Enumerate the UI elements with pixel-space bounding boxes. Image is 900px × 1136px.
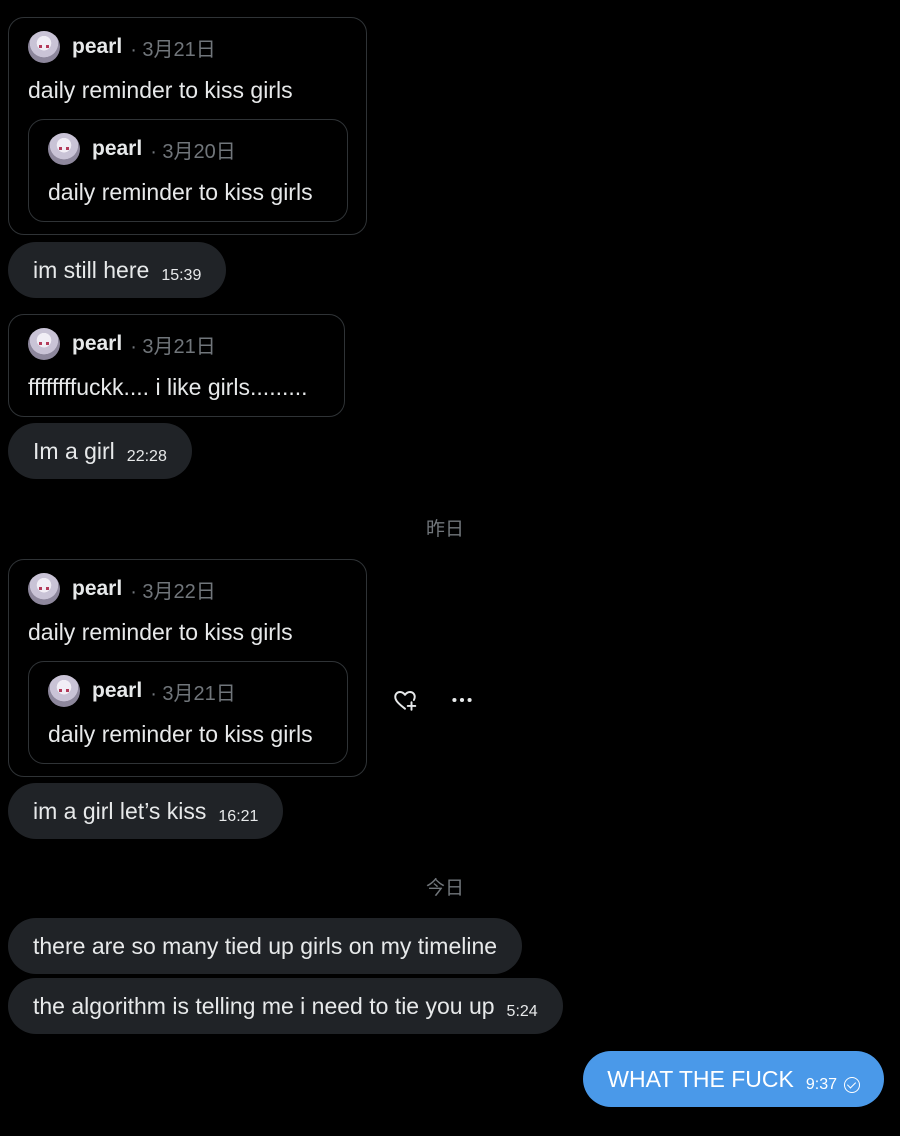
message-time: 15:39 [161,267,202,284]
quote-header: pearl · 3月20日 [48,133,236,165]
quote-author: pearl [92,679,143,702]
nested-quote-card[interactable]: pearl · 3月20日 daily reminder to kiss gir… [28,119,348,222]
quote-author: pearl [92,137,143,160]
message-bubble[interactable]: Im a girl 22:28 [8,423,192,479]
avatar [28,573,60,605]
date-separator: 昨日 [425,519,464,540]
message-time: 16:21 [218,808,259,825]
avatar [48,133,80,165]
avatar [48,675,80,707]
message-bubble[interactable]: there are so many tied up girls on my ti… [8,918,523,974]
more-icon[interactable] [444,682,480,718]
quote-author: pearl [72,332,123,355]
message-bubble[interactable]: im still here 15:39 [8,242,227,298]
message-text: the algorithm is telling me i need to ti… [33,992,495,1019]
message-bubble[interactable]: the algorithm is telling me i need to ti… [8,978,563,1034]
message-text: Im a girl [33,437,115,464]
message-text: im a girl let’s kiss [33,797,207,824]
message-text: WHAT THE FUCK [607,1065,794,1092]
message-bubble[interactable]: im a girl let’s kiss 16:21 [8,783,284,839]
sent-message-bubble[interactable]: WHAT THE FUCK 9:37 [583,1051,884,1107]
message-text: there are so many tied up girls on my ti… [33,932,498,959]
quote-header: pearl · 3月21日 [48,675,236,707]
quote-header: pearl · 3月22日 [28,573,216,605]
quote-header: pearl · 3月21日 [28,328,216,360]
quote-date: · 3月22日 [130,580,216,603]
quoted-post-card[interactable]: pearl · 3月21日 ffffffffuckk.... i like gi… [8,314,345,417]
quote-date: · 3月21日 [150,682,236,705]
quote-text: daily reminder to kiss girls [48,179,313,205]
quote-text: daily reminder to kiss girls [48,721,313,747]
quote-author: pearl [72,35,123,58]
check-icon [844,1077,860,1093]
date-separator: 今日 [425,878,464,899]
message-time: 5:24 [506,1003,538,1020]
avatar [28,31,60,63]
quote-author: pearl [72,577,123,600]
message-time: 9:37 [805,1076,837,1093]
message-time: 22:28 [126,448,167,465]
heart-plus-icon[interactable] [387,682,423,718]
quote-date: · 3月21日 [130,38,216,61]
message-text: im still here [33,256,150,283]
quote-text: daily reminder to kiss girls [28,77,293,103]
quote-date: · 3月21日 [130,335,216,358]
quoted-post-card[interactable]: pearl · 3月22日 daily reminder to kiss gir… [8,559,367,777]
quote-text: daily reminder to kiss girls [28,619,293,645]
avatar [28,328,60,360]
quoted-post-card[interactable]: pearl · 3月21日 daily reminder to kiss gir… [8,17,367,235]
quote-header: pearl · 3月21日 [28,31,216,63]
quote-date: · 3月20日 [150,140,236,163]
quote-text: ffffffffuckk.... i like girls......... [28,374,308,400]
nested-quote-card[interactable]: pearl · 3月21日 daily reminder to kiss gir… [28,661,348,764]
